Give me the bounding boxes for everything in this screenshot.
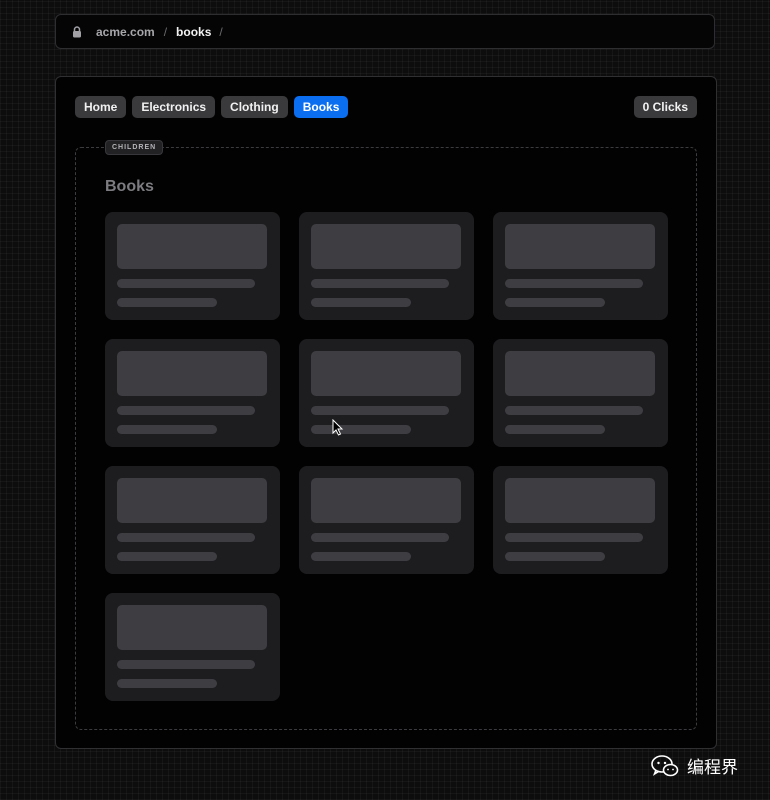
skeleton-card bbox=[493, 339, 668, 447]
skeleton-line bbox=[505, 533, 643, 542]
watermark-text: 编程界 bbox=[687, 758, 738, 778]
skeleton-line bbox=[117, 533, 255, 542]
url-domain: acme.com bbox=[96, 24, 155, 39]
skeleton-card bbox=[105, 212, 280, 320]
app-window: Home Electronics Clothing Books 0 Clicks… bbox=[55, 76, 717, 749]
skeleton-image bbox=[117, 351, 267, 396]
skeleton-card bbox=[105, 339, 280, 447]
skeleton-card bbox=[299, 212, 474, 320]
skeleton-line bbox=[311, 533, 449, 542]
watermark: 编程界 bbox=[651, 753, 738, 778]
skeleton-image bbox=[311, 351, 461, 396]
skeleton-image bbox=[117, 605, 267, 650]
skeleton-line bbox=[117, 425, 217, 434]
tab-books[interactable]: Books bbox=[293, 96, 349, 118]
skeleton-card bbox=[105, 593, 280, 701]
skeleton-card bbox=[493, 466, 668, 574]
skeleton-image bbox=[311, 224, 461, 269]
skeleton-image bbox=[505, 478, 655, 523]
skeleton-line bbox=[117, 279, 255, 288]
skeleton-line bbox=[117, 552, 217, 561]
skeleton-card bbox=[105, 466, 280, 574]
skeleton-image bbox=[505, 351, 655, 396]
tab-home[interactable]: Home bbox=[75, 96, 127, 118]
skeleton-line bbox=[311, 552, 411, 561]
wechat-icon bbox=[651, 754, 679, 776]
skeleton-line bbox=[505, 425, 605, 434]
skeleton-grid bbox=[105, 212, 668, 701]
skeleton-line bbox=[117, 660, 255, 669]
skeleton-image bbox=[117, 224, 267, 269]
skeleton-line bbox=[117, 298, 217, 307]
skeleton-line bbox=[311, 406, 449, 415]
skeleton-line bbox=[311, 298, 411, 307]
children-boundary: CHILDREN Books bbox=[75, 140, 697, 730]
page-title: Books bbox=[105, 178, 154, 195]
lock-icon bbox=[73, 25, 81, 37]
skeleton-line bbox=[505, 298, 605, 307]
skeleton-image bbox=[505, 224, 655, 269]
tab-electronics[interactable]: Electronics bbox=[132, 96, 216, 118]
skeleton-line bbox=[117, 679, 217, 688]
category-nav: Home Electronics Clothing Books bbox=[75, 96, 349, 118]
skeleton-line bbox=[505, 552, 605, 561]
skeleton-card bbox=[493, 212, 668, 320]
tab-clothing[interactable]: Clothing bbox=[221, 96, 288, 118]
url-trailing-separator: / bbox=[219, 24, 223, 39]
skeleton-line bbox=[505, 406, 643, 415]
skeleton-image bbox=[117, 478, 267, 523]
skeleton-card bbox=[299, 339, 474, 447]
children-label: CHILDREN bbox=[105, 140, 164, 155]
skeleton-line bbox=[311, 425, 411, 434]
skeleton-line bbox=[505, 279, 643, 288]
clicks-counter-button[interactable]: 0 Clicks bbox=[633, 96, 697, 118]
skeleton-card bbox=[299, 466, 474, 574]
url-path: books bbox=[176, 24, 212, 39]
url-separator: / bbox=[163, 24, 168, 39]
mouse-pointer-icon bbox=[332, 419, 344, 436]
skeleton-line bbox=[311, 279, 449, 288]
address-bar[interactable]: acme.com / books / bbox=[55, 14, 715, 49]
skeleton-image bbox=[311, 478, 461, 523]
skeleton-line bbox=[117, 406, 255, 415]
